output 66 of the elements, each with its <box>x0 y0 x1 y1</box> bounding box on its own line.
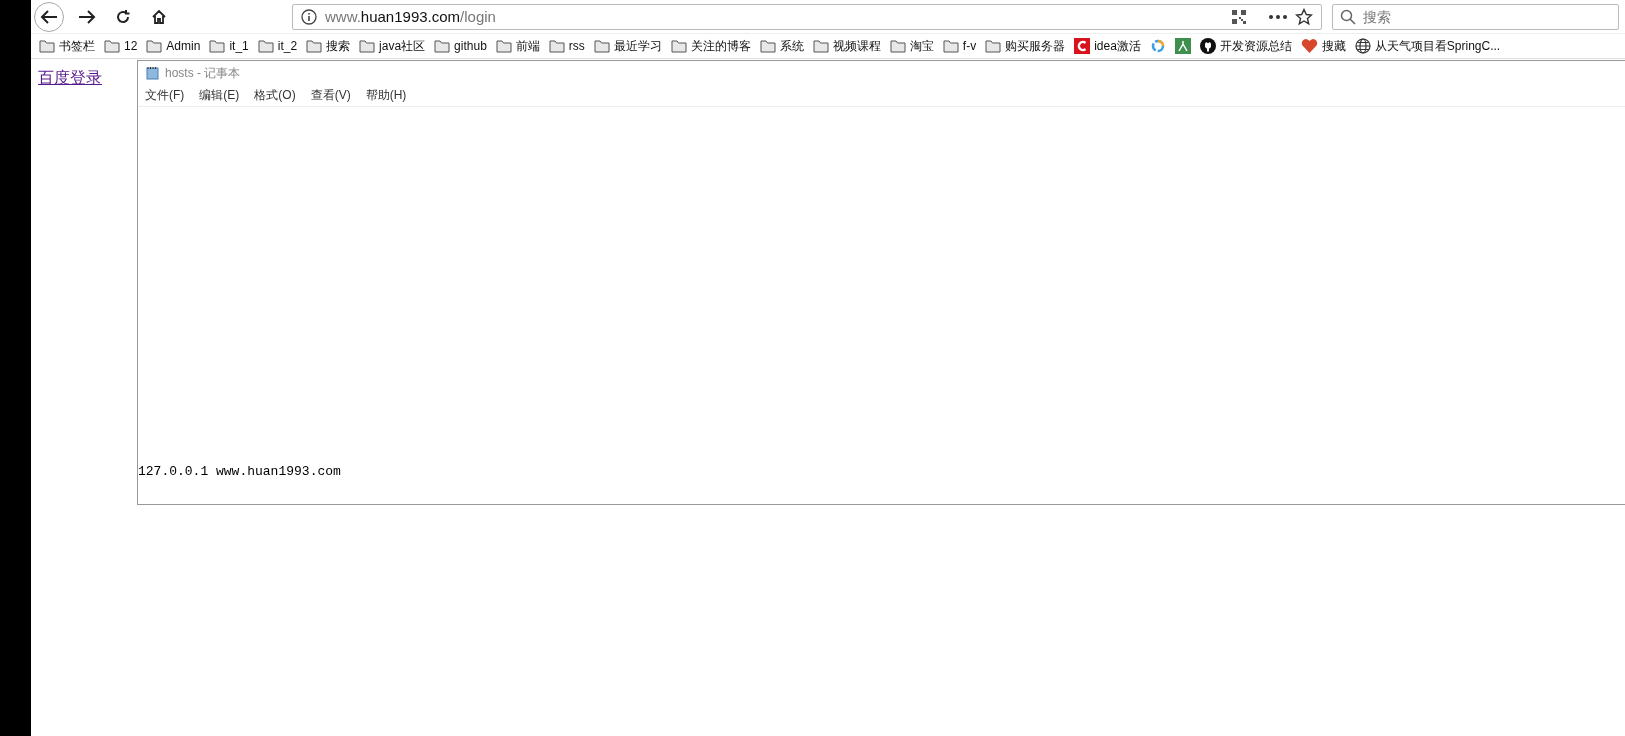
address-bar[interactable]: www.huan1993.com/login <box>292 3 1322 30</box>
bookmark-item[interactable] <box>1149 38 1166 54</box>
notepad-icon <box>146 66 160 80</box>
globe-icon <box>1354 38 1371 54</box>
login-link[interactable]: 百度登录 <box>38 68 137 89</box>
folder-icon <box>942 39 959 53</box>
bookmark-item[interactable]: 最近学习 <box>593 37 662 55</box>
person-logo-icon <box>1174 38 1191 54</box>
url-text: www.huan1993.com/login <box>325 8 496 25</box>
folder-icon <box>670 39 687 53</box>
reload-icon <box>115 8 131 25</box>
folder-icon <box>812 39 829 53</box>
search-field[interactable]: 搜索 <box>1332 3 1619 30</box>
qr-code-icon[interactable] <box>1231 8 1247 25</box>
bookmark-item[interactable]: 从天气项目看SpringC... <box>1354 37 1501 55</box>
text-area[interactable]: 127.0.0.1 www.huan1993.com <box>138 107 1625 504</box>
folder-icon <box>434 39 451 53</box>
folder-icon <box>257 39 274 53</box>
menu-item[interactable]: 查看(V) <box>309 87 352 104</box>
more-icon[interactable] <box>1269 14 1287 19</box>
bookmark-item[interactable]: java社区 <box>359 37 426 55</box>
bookmark-item[interactable]: 购买服务器 <box>985 37 1066 55</box>
folder-icon <box>495 39 512 53</box>
bookmark-item[interactable]: 12 <box>104 39 138 53</box>
folder-icon <box>759 39 776 53</box>
bookmark-item[interactable]: 书签栏 <box>39 37 95 55</box>
star-icon[interactable] <box>1295 7 1313 26</box>
c-logo-icon <box>1074 38 1091 54</box>
folder-icon <box>359 39 376 53</box>
bookmark-item[interactable]: 关注的博客 <box>670 37 751 55</box>
bookmark-item[interactable]: 淘宝 <box>889 37 934 55</box>
window-title: hosts - 记事本 <box>165 64 241 82</box>
folder-icon <box>39 39 55 53</box>
menu-item[interactable]: 格式(O) <box>253 87 297 104</box>
menu-item[interactable]: 编辑(E) <box>198 87 241 104</box>
bookmark-item[interactable]: it_2 <box>257 39 298 53</box>
menu-item[interactable]: 帮助(H) <box>364 87 408 104</box>
folder-icon <box>548 39 565 53</box>
github-icon <box>1199 38 1216 54</box>
bookmark-item[interactable]: github <box>434 39 487 53</box>
bookmark-item[interactable]: 视频课程 <box>812 37 881 55</box>
bookmark-item[interactable]: 系统 <box>759 37 804 55</box>
bookmark-item[interactable]: 搜藏 <box>1300 37 1346 55</box>
bookmark-item[interactable]: f-v <box>942 39 977 53</box>
forward-arrow-icon <box>78 8 96 25</box>
back-arrow-icon <box>40 8 58 25</box>
bookmark-item[interactable] <box>1174 38 1191 54</box>
folder-icon <box>593 39 610 53</box>
bookmark-item[interactable]: 开发资源总结 <box>1199 37 1292 55</box>
folder-icon <box>146 39 163 53</box>
folder-icon <box>306 39 323 53</box>
bookmark-item[interactable]: 前端 <box>495 37 540 55</box>
info-icon <box>301 8 317 25</box>
ring-logo-icon <box>1149 38 1166 54</box>
folder-icon <box>209 39 226 53</box>
heart-icon <box>1300 38 1318 54</box>
folder-icon <box>104 39 120 53</box>
bookmark-item[interactable]: Admin <box>146 39 201 53</box>
menu-item[interactable]: 文件(F) <box>144 87 186 104</box>
bookmark-item[interactable]: it_1 <box>209 39 249 53</box>
bookmark-item[interactable]: 搜索 <box>306 37 351 55</box>
folder-icon <box>889 39 906 53</box>
folder-icon <box>985 39 1002 53</box>
bookmark-item[interactable]: rss <box>548 39 585 53</box>
bookmark-item[interactable]: idea激活 <box>1074 37 1141 55</box>
home-icon <box>151 8 167 25</box>
